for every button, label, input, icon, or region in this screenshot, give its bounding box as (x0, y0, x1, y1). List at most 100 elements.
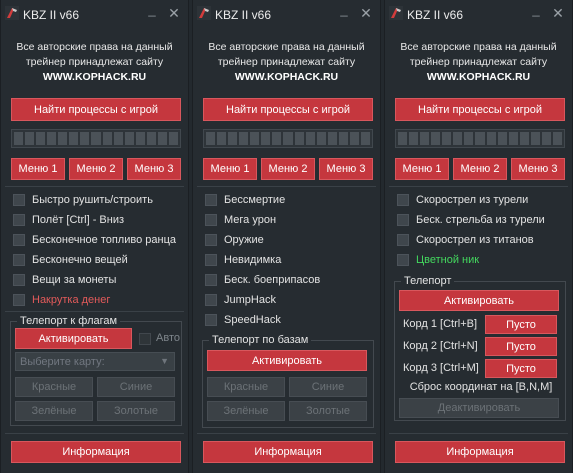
option-infinite-items[interactable]: Бесконечно вещей (13, 252, 128, 268)
tab-menu-1[interactable]: Меню 1 (395, 158, 449, 180)
title-bar[interactable]: KBZ II v66 _ ✕ (385, 0, 572, 30)
base-blue-button[interactable]: Синие (289, 377, 367, 397)
divider (197, 186, 376, 187)
checkbox[interactable] (13, 254, 25, 266)
close-button[interactable]: ✕ (360, 6, 372, 20)
teleport-activate-button[interactable]: Активировать (399, 290, 559, 311)
tab-menu-1[interactable]: Меню 1 (11, 158, 65, 180)
progress-segment (530, 132, 540, 145)
tab-menu-3[interactable]: Меню 3 (511, 158, 565, 180)
checkbox[interactable] (205, 274, 217, 286)
teleport-flags-activate-button[interactable]: Активировать (15, 328, 132, 349)
copyright-site[interactable]: WWW.KOPHACK.RU (1, 70, 188, 85)
option-money-boost[interactable]: Накрутка денег (13, 292, 110, 308)
option-jumphack[interactable]: JumpHack (205, 292, 276, 308)
info-button[interactable]: Информация (395, 441, 565, 463)
option-flight[interactable]: Полёт [Ctrl] - Вниз (13, 212, 124, 228)
auto-label: Авто (156, 332, 180, 344)
tab-menu-1[interactable]: Меню 1 (203, 158, 257, 180)
map-select[interactable]: Выберите карту: ▼ (15, 352, 175, 371)
base-green-button[interactable]: Зелёные (207, 401, 285, 421)
option-weapon[interactable]: Оружие (205, 232, 264, 248)
coord-1-button[interactable]: Пусто (485, 315, 557, 334)
divider (5, 433, 184, 434)
option-immortality[interactable]: Бессмертие (205, 192, 285, 208)
checkbox[interactable] (13, 274, 25, 286)
minimize-button[interactable]: _ (338, 2, 350, 17)
find-process-button[interactable]: Найти процессы с игрой (203, 98, 373, 121)
deactivate-button[interactable]: Деактивировать (399, 398, 559, 418)
option-infinite-fuel[interactable]: Бесконечное топливо ранца (13, 232, 176, 248)
option-colored-nick[interactable]: Цветной ник (397, 252, 479, 268)
auto-checkbox[interactable] (139, 333, 151, 345)
progress-segment (239, 132, 249, 145)
checkbox[interactable] (205, 254, 217, 266)
coord-3-button[interactable]: Пусто (485, 359, 557, 378)
checkbox[interactable] (397, 194, 409, 206)
progress-segment (58, 132, 68, 145)
checkbox[interactable] (205, 214, 217, 226)
option-speedhack[interactable]: SpeedHack (205, 312, 281, 328)
checkbox[interactable] (397, 214, 409, 226)
option-label: Полёт [Ctrl] - Вниз (32, 214, 125, 226)
find-process-button[interactable]: Найти процессы с игрой (11, 98, 181, 121)
option-turret-infinite-fire[interactable]: Беск. стрельба из турели (397, 212, 545, 228)
option-items-for-coins[interactable]: Вещи за монеты (13, 272, 116, 288)
checkbox[interactable] (205, 234, 217, 246)
checkbox[interactable] (13, 194, 25, 206)
close-button[interactable]: ✕ (168, 6, 180, 20)
checkbox[interactable] (13, 294, 25, 306)
minimize-button[interactable]: _ (530, 2, 542, 17)
copyright-site[interactable]: WWW.KOPHACK.RU (193, 70, 380, 85)
info-button[interactable]: Информация (203, 441, 373, 463)
checkbox[interactable] (205, 294, 217, 306)
progress-segment (135, 132, 145, 145)
tab-menu-3[interactable]: Меню 3 (319, 158, 373, 180)
checkbox[interactable] (205, 194, 217, 206)
group-title: Телепорт (401, 275, 455, 288)
progress-segment (552, 132, 562, 145)
option-turret-rapid-fire[interactable]: Скорострел из турели (397, 192, 528, 208)
copyright-line-2: трейнер принадлежат сайту (409, 56, 548, 68)
coord-2-button[interactable]: Пусто (485, 337, 557, 356)
base-gold-button[interactable]: Золотые (289, 401, 367, 421)
option-infinite-ammo[interactable]: Беск. боеприпасов (205, 272, 320, 288)
title-bar[interactable]: KBZ II v66 _ ✕ (193, 0, 380, 30)
teleport-bases-activate-button[interactable]: Активировать (207, 350, 367, 371)
tab-menu-3[interactable]: Меню 3 (127, 158, 181, 180)
option-fast-build[interactable]: Быстро рушить/строить (13, 192, 153, 208)
option-label: Скорострел из титанов (416, 234, 534, 246)
title-bar[interactable]: KBZ II v66 _ ✕ (1, 0, 188, 30)
tab-menu-2[interactable]: Меню 2 (453, 158, 507, 180)
option-mega-damage[interactable]: Мега урон (205, 212, 276, 228)
copyright-line-1: Все авторские права на данный (208, 41, 365, 53)
chevron-down-icon: ▼ (160, 356, 169, 366)
progress-segment (409, 132, 419, 145)
find-process-button[interactable]: Найти процессы с игрой (395, 98, 565, 121)
base-red-button[interactable]: Красные (207, 377, 285, 397)
progress-segment (36, 132, 46, 145)
minimize-button[interactable]: _ (146, 2, 158, 17)
checkbox[interactable] (397, 254, 409, 266)
option-invisibility[interactable]: Невидимка (205, 252, 281, 268)
tab-menu-2[interactable]: Меню 2 (69, 158, 123, 180)
checkbox[interactable] (13, 214, 25, 226)
flag-blue-button[interactable]: Синие (97, 377, 175, 397)
flag-red-button[interactable]: Красные (15, 377, 93, 397)
progress-segment (14, 132, 24, 145)
checkbox[interactable] (397, 234, 409, 246)
info-button[interactable]: Информация (11, 441, 181, 463)
close-button[interactable]: ✕ (552, 6, 564, 20)
trainer-window-3: KBZ II v66 _ ✕ Все авторские права на да… (384, 0, 573, 473)
trainer-window-1: KBZ II v66 _ ✕ Все авторские права на да… (0, 0, 189, 473)
option-titan-rapid-fire[interactable]: Скорострел из титанов (397, 232, 534, 248)
tab-menu-2[interactable]: Меню 2 (261, 158, 315, 180)
copyright-site[interactable]: WWW.KOPHACK.RU (385, 70, 572, 85)
checkbox[interactable] (13, 234, 25, 246)
flag-green-button[interactable]: Зелёные (15, 401, 93, 421)
flag-gold-button[interactable]: Золотые (97, 401, 175, 421)
progress-segment (25, 132, 35, 145)
checkbox[interactable] (205, 314, 217, 326)
progress-segment (464, 132, 474, 145)
option-label: Вещи за монеты (32, 274, 117, 286)
